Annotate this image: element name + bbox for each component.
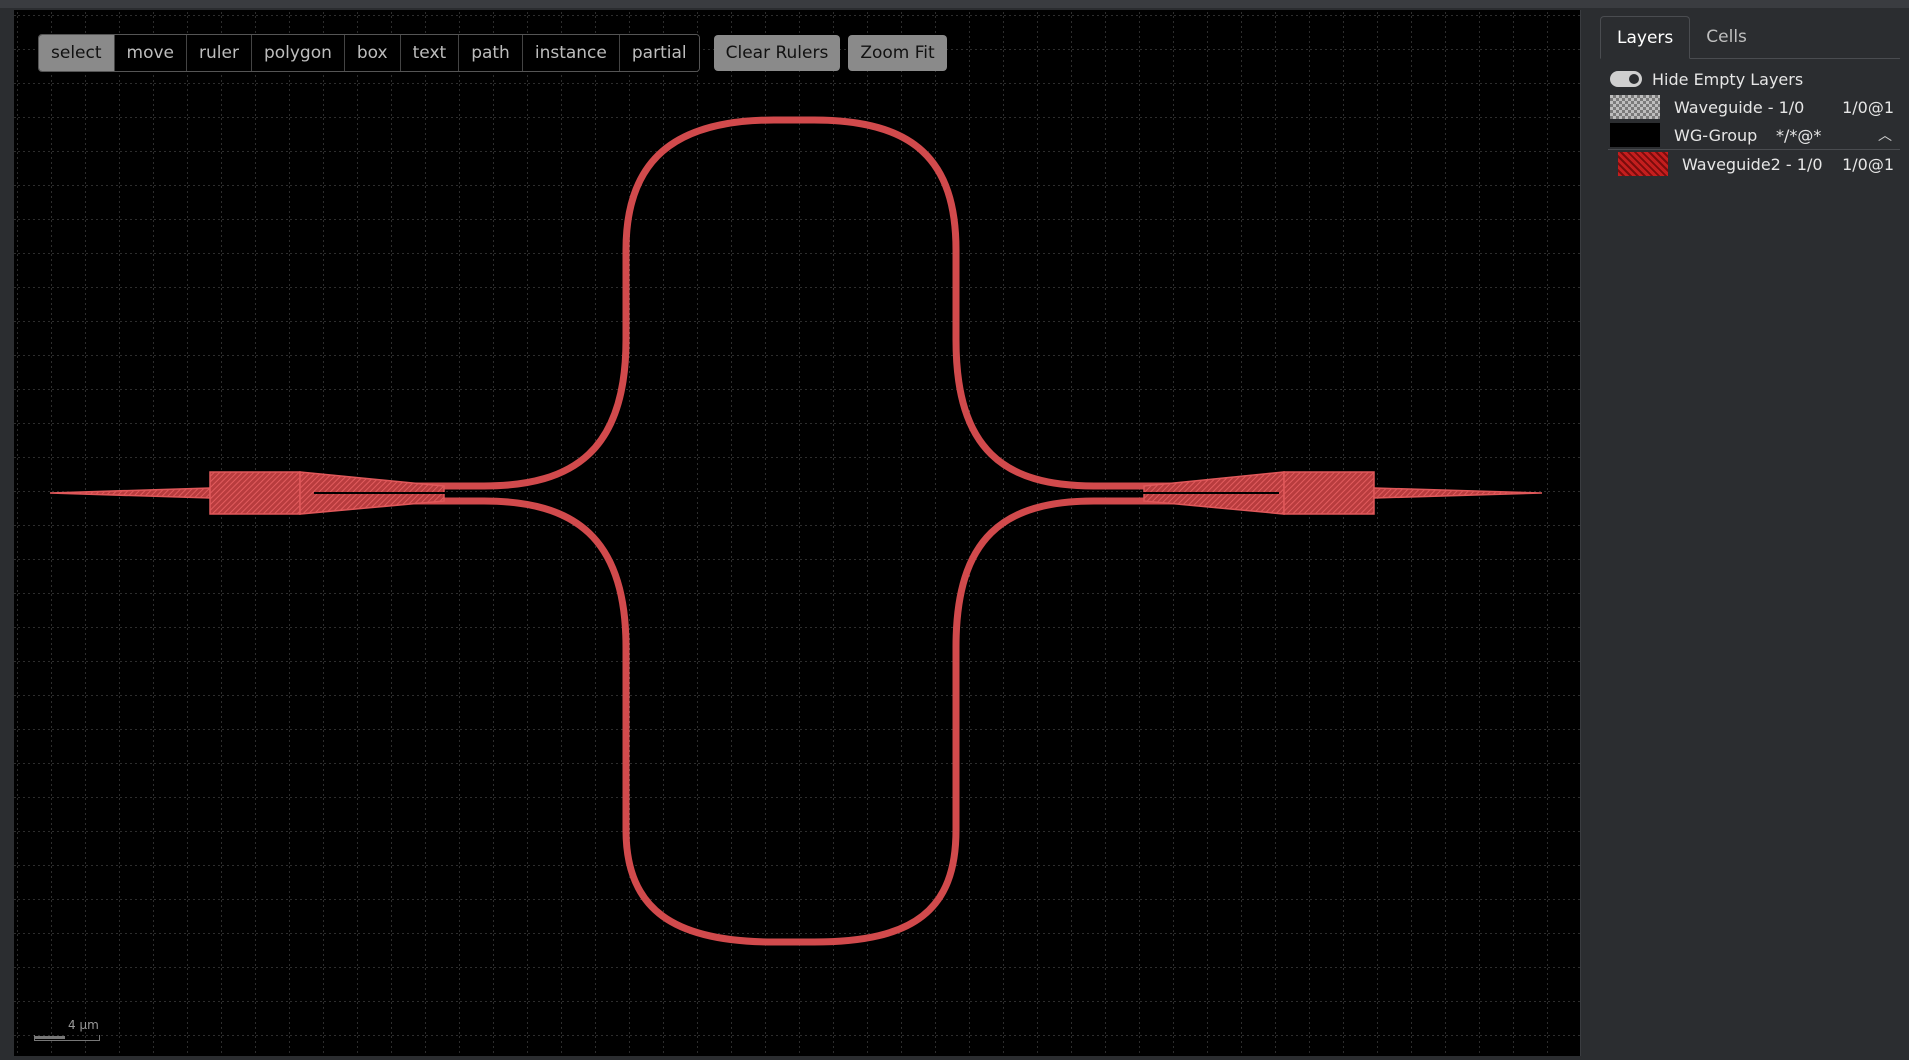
scale-bar: 4 μm — [34, 1014, 104, 1044]
tool-polygon-button[interactable]: polygon — [251, 35, 345, 71]
grid — [14, 10, 1580, 1056]
hide-empty-layers-toggle[interactable] — [1610, 71, 1642, 87]
scale-bar-label: 4 μm — [68, 1018, 99, 1032]
window-top-strip — [0, 0, 1909, 8]
layer-spec: 1/0@1 — [1842, 97, 1894, 117]
group-layer-row[interactable]: Waveguide2 - 1/0 1/0@1 — [1608, 149, 1900, 178]
layout-canvas[interactable]: select move ruler polygon box text path … — [14, 10, 1581, 1056]
layer-row[interactable]: Waveguide - 1/0 1/0@1 — [1600, 93, 1900, 121]
layer-spec: 1/0@1 — [1842, 154, 1894, 174]
scale-bar-line — [34, 1035, 100, 1041]
group-name: WG-Group — [1674, 125, 1758, 145]
layer-group-row[interactable]: WG-Group */*@* ︿ — [1600, 121, 1900, 149]
hide-empty-layers-label: Hide Empty Layers — [1652, 69, 1804, 89]
tool-toolbar: select move ruler polygon box text path … — [38, 34, 947, 72]
tool-select-button[interactable]: select — [39, 35, 115, 71]
tool-ruler-button[interactable]: ruler — [187, 35, 252, 71]
tab-layers[interactable]: Layers — [1600, 16, 1691, 59]
group-swatch[interactable] — [1610, 123, 1660, 147]
layer-name: Waveguide2 - 1/0 — [1682, 154, 1823, 174]
layer-swatch[interactable] — [1618, 152, 1668, 176]
tool-text-button[interactable]: text — [400, 35, 460, 71]
tool-path-button[interactable]: path — [459, 35, 523, 71]
tool-box-button[interactable]: box — [344, 35, 401, 71]
clear-rulers-button[interactable]: Clear Rulers — [713, 35, 841, 71]
group-spec: */*@* — [1776, 125, 1822, 145]
layer-name: Waveguide - 1/0 — [1674, 97, 1805, 117]
layout-view[interactable] — [14, 10, 1580, 1056]
tool-instance-button[interactable]: instance — [522, 35, 620, 71]
chevron-up-icon[interactable]: ︿ — [1878, 125, 1892, 145]
tab-cells[interactable]: Cells — [1690, 16, 1763, 58]
tool-group: select move ruler polygon box text path … — [38, 34, 700, 72]
tool-partial-button[interactable]: partial — [619, 35, 699, 71]
tool-move-button[interactable]: move — [114, 35, 187, 71]
hide-empty-layers-row[interactable]: Hide Empty Layers — [1600, 65, 1900, 93]
zoom-fit-button[interactable]: Zoom Fit — [848, 35, 947, 71]
layers-panel: Layers Cells Hide Empty Layers Waveguide… — [1600, 16, 1900, 1056]
panel-tabs: Layers Cells — [1600, 16, 1900, 59]
layer-swatch[interactable] — [1610, 95, 1660, 119]
